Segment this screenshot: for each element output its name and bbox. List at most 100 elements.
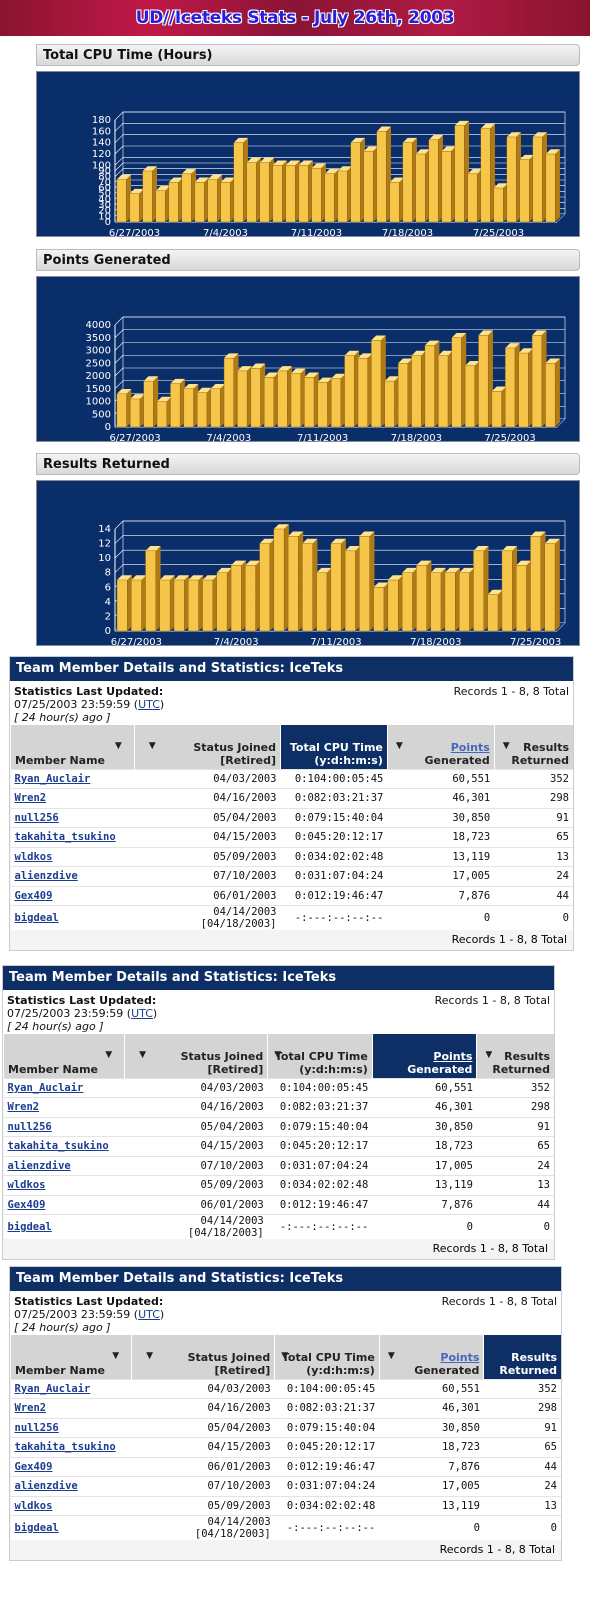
col-points[interactable]: ▼ Points Generated [386,725,495,769]
member-link[interactable]: Ryan_Auclair [8,1082,84,1094]
member-link[interactable]: Gex409 [15,890,53,902]
updated-ago: [ 24 hour(s) ago ] [7,1020,104,1033]
member-link[interactable]: alienzdive [8,1160,71,1172]
chart-panel-results: Results Returned 0 2 4 6 8 10 12 14 6/27/2003 7/4… [36,453,580,647]
member-link[interactable]: alienzdive [15,1480,78,1492]
member-name-cell: wldkos [10,846,135,867]
status-cell: 04/14/2003 [04/18/2003] [124,1214,268,1239]
col-cpu[interactable]: ▼ Total CPU Time (y:d:h:m:s) [274,1335,380,1379]
bar [451,332,467,428]
col-member[interactable]: Member Name ▼ [9,1335,132,1379]
sort-down-icon[interactable]: ▼ [105,1050,112,1060]
member-name-cell: Ryan_Auclair [3,1077,125,1098]
sort-down-icon[interactable]: ▼ [396,741,403,751]
member-name-cell: Wren2 [3,1097,125,1117]
col-status[interactable]: ▼ Status Joined [Retired] [131,1335,275,1379]
status-cell: 06/01/2003 [134,885,281,906]
col-results[interactable]: ▼ Results Returned [476,1034,554,1078]
bar [250,363,266,428]
col-results[interactable]: Results Returned [483,1335,561,1379]
col-points[interactable]: ▼ Points Generated [378,1335,484,1379]
col-results[interactable]: ▼ Results Returned [493,725,573,769]
points-cell: 13,119 [379,1495,484,1516]
member-link[interactable]: null256 [8,1121,52,1133]
member-link[interactable]: null256 [15,1422,59,1434]
member-link[interactable]: Wren2 [8,1101,40,1113]
sort-down-icon[interactable]: ▼ [274,1050,281,1060]
table-row: alienzdive 07/10/2003 0:031:07:04:24 17,005… [3,1155,554,1176]
bar [264,372,279,428]
bar [116,174,131,223]
y-tick-label: 1500 [86,384,111,395]
sort-down-icon[interactable]: ▼ [139,1050,146,1060]
results-cell: 13 [494,846,573,867]
member-link[interactable]: bigdeal [15,912,59,924]
sort-down-icon[interactable]: ▼ [485,1050,492,1060]
sort-down-icon[interactable]: ▼ [146,1351,153,1361]
member-link[interactable]: alienzdive [15,870,78,882]
member-link[interactable]: wldkos [15,851,53,863]
member-link[interactable]: Ryan_Auclair [15,773,91,785]
sort-down-icon[interactable]: ▼ [281,1351,288,1361]
bar [458,567,475,632]
sort-down-icon[interactable]: ▼ [115,741,122,751]
results-cell: 91 [476,1116,554,1137]
status-cell: 04/03/2003 [131,1378,275,1399]
bar [245,560,261,632]
y-tick-label: 3500 [86,333,111,344]
bar [487,589,503,632]
bar [424,340,440,428]
cpu-cell: 0:104:00:05:45 [280,768,388,789]
bar [143,376,159,428]
col-cpu[interactable]: ▼ Total CPU Time (y:d:h:m:s) [267,1034,373,1078]
col-points[interactable]: Points Generated [371,1034,477,1078]
member-link[interactable]: Gex409 [8,1199,46,1211]
cpu-cell: 0:104:00:05:45 [267,1077,373,1098]
member-link[interactable]: bigdeal [8,1221,52,1233]
member-link[interactable]: Ryan_Auclair [15,1383,91,1395]
col-cpu[interactable]: Total CPU Time (y:d:h:m:s) [280,725,388,769]
utc-link[interactable]: UTC [138,698,160,711]
points-cell: 7,876 [379,1456,484,1477]
sort-down-icon[interactable]: ▼ [388,1351,395,1361]
stats-meta: Statistics Last Updated: 07/25/2003 23:59… [3,990,554,1034]
points-cell: 18,723 [372,1136,477,1156]
member-link[interactable]: null256 [15,812,59,824]
status-cell: 06/01/2003 [131,1456,275,1477]
y-tick-label: 160 [92,126,111,137]
sort-down-icon[interactable]: ▼ [149,741,156,751]
member-link[interactable]: wldkos [8,1179,46,1191]
results-cell: 24 [494,866,573,886]
table-row: alienzdive 07/10/2003 0:031:07:04:24 17,005… [10,1476,561,1496]
cpu-cell: 0:045:20:12:17 [274,1437,380,1457]
member-table: Member Name ▼ ▼ Status Joined [Retired] Tota… [10,725,573,930]
member-link[interactable]: takahita_tsukino [15,831,116,843]
x-tick-label: 7/11/2003 [297,433,348,443]
member-link[interactable]: Wren2 [15,792,47,804]
bar [129,188,144,223]
col-member[interactable]: Member Name ▼ [10,725,135,769]
member-name-cell: Wren2 [10,788,135,808]
utc-link[interactable]: UTC [138,1308,160,1321]
member-name-cell: alienzdive [3,1155,125,1176]
utc-link[interactable]: UTC [131,1007,153,1020]
bar [371,335,386,428]
member-name-cell: Gex409 [10,1456,132,1477]
table-row: bigdeal 04/14/2003 [04/18/2003] -:---:--:-… [3,1214,554,1239]
sort-down-icon[interactable]: ▼ [503,741,510,751]
member-link[interactable]: takahita_tsukino [15,1441,116,1453]
member-link[interactable]: Wren2 [15,1402,47,1414]
status-cell: 07/10/2003 [124,1155,268,1176]
bar [131,575,147,632]
col-status[interactable]: ▼ Status Joined [Retired] [133,725,281,769]
member-link[interactable]: bigdeal [15,1522,59,1534]
member-link[interactable]: takahita_tsukino [8,1140,109,1152]
member-link[interactable]: Gex409 [15,1461,53,1473]
bar [344,350,360,428]
table-row: takahita_tsukino 04/15/2003 0:045:20:12:17… [3,1136,554,1156]
member-link[interactable]: wldkos [15,1500,53,1512]
sort-down-icon[interactable]: ▼ [112,1351,119,1361]
col-status[interactable]: ▼ Status Joined [Retired] [124,1034,268,1078]
col-member[interactable]: Member Name ▼ [2,1034,125,1078]
bar [311,163,326,223]
